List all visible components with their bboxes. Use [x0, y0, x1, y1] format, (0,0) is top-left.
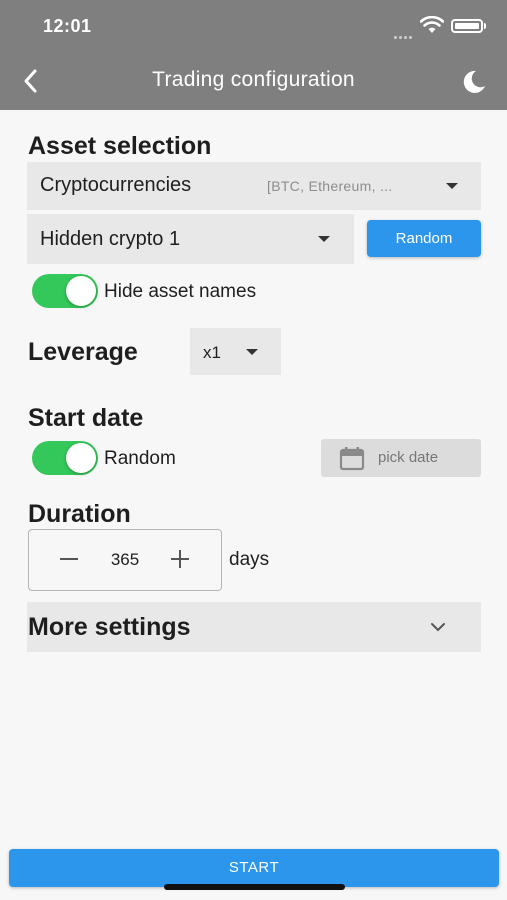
random-asset-button[interactable]: Random: [367, 220, 481, 257]
random-start-date-label: Random: [104, 448, 176, 469]
leverage-title: Leverage: [28, 338, 138, 366]
hide-asset-names-label: Hide asset names: [104, 281, 257, 302]
random-start-date-toggle[interactable]: [32, 441, 98, 475]
hide-asset-names-toggle[interactable]: [32, 274, 98, 308]
wifi-icon: [420, 16, 444, 33]
asset-category-value: Cryptocurrencies: [40, 174, 192, 196]
status-time: 12:01: [43, 16, 92, 36]
battery-icon: [451, 19, 483, 33]
app-bar: Trading configuration: [0, 52, 507, 110]
minus-icon[interactable]: [54, 544, 84, 574]
asset-category-dropdown[interactable]: Cryptocurrencies [BTC, Ethereum, ...: [27, 162, 481, 210]
status-bar: 12:01: [0, 0, 507, 52]
caret-down-icon: [318, 236, 330, 242]
start-date-title: Start date: [28, 404, 144, 432]
more-settings-expander[interactable]: More settings: [27, 602, 481, 652]
duration-value[interactable]: 365: [89, 550, 161, 570]
chevron-down-icon: [431, 623, 445, 632]
signal-icon: [394, 26, 416, 39]
asset-value: Hidden crypto 1: [40, 228, 181, 250]
duration-unit: days: [229, 549, 270, 570]
duration-title: Duration: [28, 500, 131, 528]
pick-date-label: pick date: [378, 449, 439, 466]
home-indicator: [164, 884, 345, 890]
caret-down-icon: [246, 349, 258, 355]
page-title: Trading configuration: [152, 68, 355, 91]
dark-mode-moon-icon[interactable]: [460, 68, 488, 96]
leverage-value: x1: [203, 343, 221, 362]
duration-stepper: 365: [28, 529, 222, 591]
pick-date-button[interactable]: pick date: [321, 439, 481, 477]
start-button[interactable]: START: [9, 849, 499, 887]
caret-down-icon: [446, 183, 458, 189]
asset-selection-title: Asset selection: [28, 132, 212, 160]
asset-dropdown[interactable]: Hidden crypto 1: [27, 214, 354, 264]
leverage-dropdown[interactable]: x1: [190, 328, 281, 375]
calendar-icon: [339, 447, 365, 471]
asset-category-hint: [BTC, Ethereum, ...: [267, 178, 393, 194]
plus-icon[interactable]: [165, 544, 195, 574]
more-settings-title: More settings: [28, 613, 191, 641]
